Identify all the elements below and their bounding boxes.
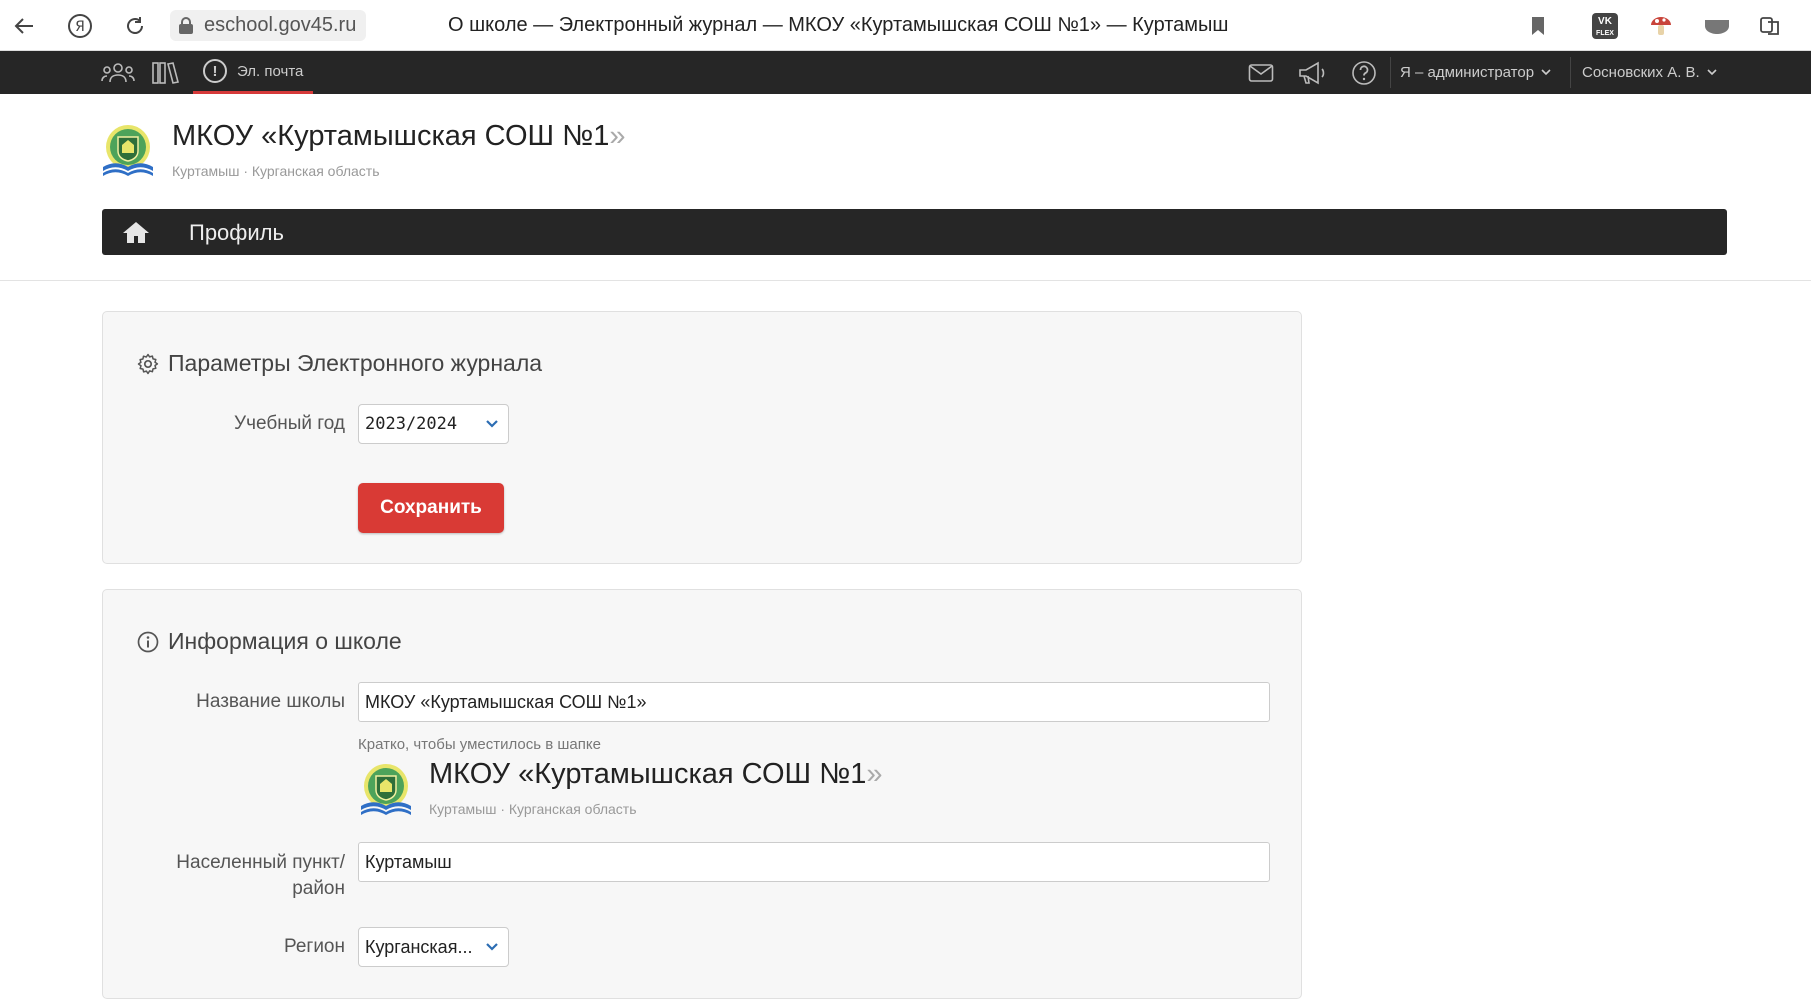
vk-flex-icon[interactable]: VK FLEX — [1591, 12, 1619, 40]
top-navigation-bar: ! Эл. почта Я – администратор Сосновских… — [0, 51, 1811, 94]
preview-school-logo — [361, 764, 411, 815]
chevron-down-icon — [1707, 69, 1717, 76]
envelope-icon[interactable] — [1246, 51, 1276, 94]
user-label: Сосновских А. В. — [1582, 64, 1700, 81]
region-label: Регион — [283, 936, 345, 957]
school-logo — [103, 125, 153, 176]
preview-school-title: МКОУ «Куртамышская СОШ №1» — [429, 758, 883, 790]
browser-page-title: О школе — Электронный журнал — МКОУ «Кур… — [448, 14, 1229, 36]
main-navbar: Профиль — [102, 209, 1727, 255]
save-button[interactable]: Сохранить — [358, 483, 504, 533]
megaphone-icon[interactable] — [1296, 51, 1328, 94]
topbar-separator — [1570, 57, 1571, 88]
user-dropdown[interactable]: Сосновских А. В. — [1582, 51, 1717, 94]
params-panel-title: Параметры Электронного журнала — [137, 350, 542, 377]
town-input[interactable]: Куртамыш — [358, 842, 1270, 882]
reload-icon[interactable] — [121, 12, 149, 40]
school-name-input-value: МКОУ «Куртамышская СОШ №1» — [365, 691, 647, 712]
svg-text:Я: Я — [75, 19, 85, 35]
browser-toolbar: Я eschool.gov45.ru О школе — Электронный… — [0, 0, 1811, 51]
town-input-value: Куртамыш — [365, 851, 452, 872]
home-icon[interactable] — [122, 220, 150, 244]
tab-email[interactable]: ! Эл. почта — [193, 51, 314, 94]
role-label: Я – администратор — [1400, 64, 1535, 81]
yandex-icon[interactable]: Я — [66, 12, 94, 40]
year-select-value: 2023/2024 — [365, 414, 458, 434]
preview-school-location: Куртамыш · Курганская область — [429, 801, 637, 817]
lock-icon — [179, 17, 193, 34]
tab-email-label: Эл. почта — [237, 62, 304, 80]
extension-mushroom-icon[interactable] — [1647, 12, 1675, 40]
header-divider — [0, 280, 1811, 281]
year-select[interactable]: 2023/2024 — [358, 404, 509, 444]
school-name-label: Название школы — [196, 691, 345, 712]
reader-mode-icon[interactable] — [1756, 12, 1784, 40]
topbar-separator — [1390, 57, 1391, 88]
help-icon[interactable] — [1350, 51, 1378, 94]
town-label: Населенный пункт/ район — [176, 852, 345, 899]
info-panel-title: Информация о школе — [137, 628, 402, 655]
chevron-down-icon — [486, 420, 498, 428]
library-icon[interactable] — [150, 51, 182, 94]
year-label: Учебный год — [234, 413, 345, 434]
users-icon[interactable] — [100, 51, 136, 94]
school-location: Куртамыш · Курганская область — [172, 163, 380, 179]
address-bar[interactable]: eschool.gov45.ru — [170, 10, 367, 41]
school-title: МКОУ «Куртамышская СОШ №1» — [172, 120, 626, 152]
info-icon — [137, 631, 159, 652]
school-name-hint: Кратко, чтобы уместилось в шапке — [358, 736, 601, 753]
role-dropdown[interactable]: Я – администратор — [1400, 51, 1551, 94]
school-info-panel: Информация о школе Название школы МКОУ «… — [102, 589, 1302, 999]
url-text: eschool.gov45.ru — [204, 14, 357, 36]
nav-profile-link[interactable]: Профиль — [189, 220, 284, 246]
school-name-input[interactable]: МКОУ «Куртамышская СОШ №1» — [358, 682, 1270, 722]
chevron-down-icon — [486, 943, 498, 951]
region-select-value: Курганская... — [365, 936, 473, 957]
extension-shield-icon[interactable] — [1700, 12, 1734, 40]
back-arrow-icon[interactable] — [10, 12, 38, 40]
exclamation-icon: ! — [203, 59, 227, 83]
chevron-down-icon — [1541, 69, 1551, 76]
journal-params-panel: Параметры Электронного журнала Учебный г… — [102, 311, 1302, 564]
gear-icon — [137, 353, 159, 374]
region-select[interactable]: Курганская... — [358, 927, 509, 967]
bookmark-icon[interactable] — [1524, 12, 1552, 40]
